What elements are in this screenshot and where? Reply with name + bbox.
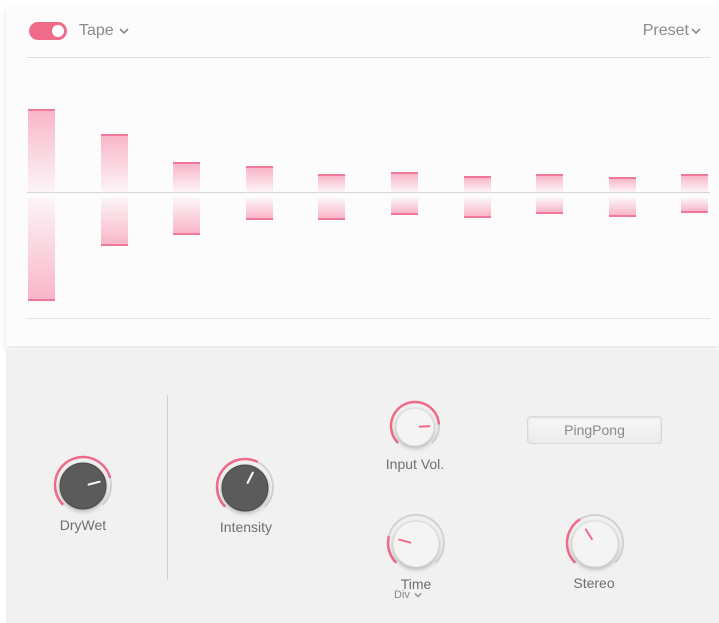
delay-tap-lower-bar xyxy=(463,198,491,219)
visualizer-center-line xyxy=(27,192,710,193)
delay-tap-lower-bar xyxy=(536,198,564,215)
delay-tap-upper-bar xyxy=(173,161,201,192)
delay-tap-upper-bar xyxy=(536,173,564,192)
delay-tap-lower-bar xyxy=(391,198,418,216)
input-vol-label: Input Vol. xyxy=(385,456,445,472)
drywet-label: DryWet xyxy=(59,517,107,533)
knob-body xyxy=(392,520,440,568)
pingpong-button[interactable]: PingPong xyxy=(527,416,662,444)
knob-body xyxy=(59,462,107,510)
chevron-down-icon xyxy=(414,592,422,598)
input-vol-knob[interactable] xyxy=(389,400,441,452)
stereo-knob[interactable] xyxy=(565,513,625,573)
delay-tap-upper-bar xyxy=(318,173,346,192)
section-divider xyxy=(167,395,168,580)
delay-tap-lower-bar xyxy=(28,198,55,301)
delay-tap-lower-bar xyxy=(318,198,346,221)
mode-dropdown[interactable]: Tape xyxy=(79,21,129,41)
power-toggle[interactable] xyxy=(29,22,67,40)
knob-body xyxy=(221,464,269,512)
stereo-label: Stereo xyxy=(573,575,615,591)
delay-tap-upper-bar xyxy=(681,173,709,192)
knob-graphic xyxy=(215,457,274,512)
visualizer-bottom-rule xyxy=(27,318,710,319)
delay-tap-upper-bar xyxy=(28,109,55,192)
delay-tap-upper-bar xyxy=(100,134,128,192)
visualizer-top-rule xyxy=(27,57,710,58)
preset-dropdown[interactable]: Preset xyxy=(643,21,701,41)
time-division-dropdown[interactable]: Div xyxy=(394,589,422,601)
mode-label: Tape xyxy=(79,22,114,39)
toggle-knob xyxy=(52,25,64,37)
drywet-knob[interactable] xyxy=(53,455,113,515)
preset-label: Preset xyxy=(642,22,689,39)
delay-tap-lower-bar xyxy=(681,198,709,214)
delay-tap-upper-bar xyxy=(391,172,418,192)
chevron-down-icon xyxy=(691,28,701,35)
chevron-down-icon xyxy=(119,28,129,35)
time-division-label: Div xyxy=(394,589,410,601)
delay-tap-upper-bar xyxy=(245,165,273,192)
knob-graphic xyxy=(53,455,112,510)
delay-tap-upper-bar xyxy=(608,177,636,192)
time-knob[interactable] xyxy=(386,513,446,573)
knob-graphic xyxy=(565,514,624,568)
intensity-label: Intensity xyxy=(219,519,273,535)
intensity-knob[interactable] xyxy=(215,457,275,517)
delay-tap-lower-bar xyxy=(608,198,636,218)
knob-indicator xyxy=(418,425,431,428)
delay-tap-lower-bar xyxy=(100,198,128,247)
delay-tap-upper-bar xyxy=(463,176,491,192)
knob-body xyxy=(571,520,619,568)
knob-graphic xyxy=(386,514,445,568)
delay-tap-lower-bar xyxy=(173,198,201,236)
knob-graphic xyxy=(389,400,441,447)
delay-tap-lower-bar xyxy=(245,198,273,221)
